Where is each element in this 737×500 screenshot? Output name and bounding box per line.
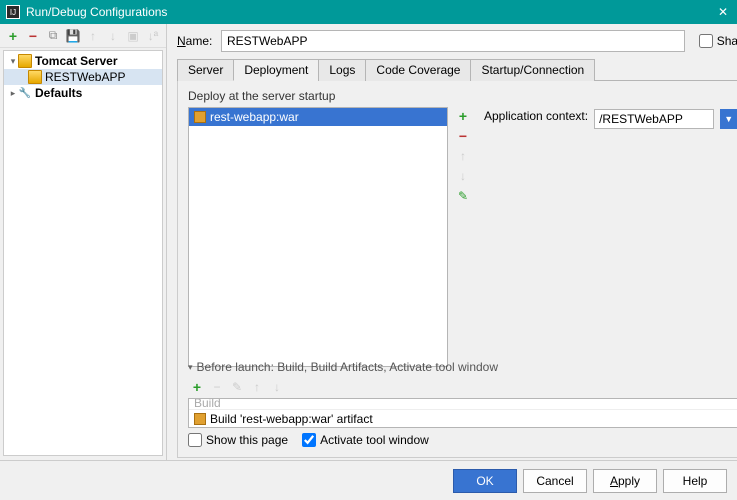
context-dropdown-button[interactable]: ▼ <box>720 109 737 129</box>
context-label: Application context: <box>484 109 588 123</box>
activate-window-checkbox[interactable]: Activate tool window <box>302 433 429 447</box>
tree-label: Tomcat Server <box>35 54 117 68</box>
titlebar: IJ Run/Debug Configurations ✕ <box>0 0 737 24</box>
before-launch-list[interactable]: Build Build 'rest-webapp:war' artifact <box>188 398 737 428</box>
add-task-button[interactable]: + <box>188 378 206 396</box>
copy-config-button[interactable]: ⧉ <box>44 27 62 45</box>
cancel-button[interactable]: Cancel <box>523 469 587 493</box>
artifact-down-button: ↓ <box>454 167 472 185</box>
task-down-button: ↓ <box>268 378 286 396</box>
collapse-icon: ▾ <box>188 362 193 373</box>
tree-node-tomcat[interactable]: ▾ Tomcat Server <box>4 53 162 69</box>
tree-label: Defaults <box>35 86 82 100</box>
context-input[interactable] <box>594 109 714 129</box>
help-button[interactable]: Help <box>663 469 727 493</box>
tomcat-icon <box>18 54 32 68</box>
edit-task-button: ✎ <box>228 378 246 396</box>
remove-task-button: − <box>208 378 226 396</box>
show-page-checkbox[interactable]: Show this page <box>188 433 288 447</box>
before-launch-section: ▾ Before launch: Build, Build Artifacts,… <box>188 360 737 447</box>
move-down-button: ↓ <box>104 27 122 45</box>
task-item[interactable]: Build 'rest-webapp:war' artifact <box>189 409 737 427</box>
tab-bar: Server Deployment Logs Code Coverage Sta… <box>177 58 737 81</box>
config-tree[interactable]: ▾ Tomcat Server RESTWebAPP ▸ 🔧 Defaults <box>3 50 163 456</box>
sort-button: ↓ª <box>144 27 162 45</box>
move-up-button: ↑ <box>84 27 102 45</box>
tab-server[interactable]: Server <box>177 59 234 81</box>
tomcat-icon <box>28 70 42 84</box>
tab-code-coverage[interactable]: Code Coverage <box>365 59 471 81</box>
expand-icon[interactable]: ▸ <box>8 88 18 99</box>
deployment-panel: Deploy at the server startup rest-webapp… <box>177 81 737 458</box>
share-checkbox[interactable]: Share <box>699 34 737 48</box>
close-icon[interactable]: ✕ <box>715 4 731 20</box>
ok-button[interactable]: OK <box>453 469 517 493</box>
tab-deployment[interactable]: Deployment <box>233 59 319 81</box>
tree-node-defaults[interactable]: ▸ 🔧 Defaults <box>4 85 162 101</box>
task-up-button: ↑ <box>248 378 266 396</box>
before-launch-header[interactable]: ▾ Before launch: Build, Build Artifacts,… <box>188 360 737 374</box>
tree-node-restwebapp[interactable]: RESTWebAPP <box>4 69 162 85</box>
folder-button: ▣ <box>124 27 142 45</box>
tree-label: RESTWebAPP <box>45 70 125 84</box>
save-config-button[interactable]: 💾 <box>64 27 82 45</box>
artifact-toolbar: + − ↑ ↓ ✎ <box>454 107 472 354</box>
artifact-icon <box>194 413 206 425</box>
remove-artifact-button[interactable]: − <box>454 127 472 145</box>
config-toolbar: + − ⧉ 💾 ↑ ↓ ▣ ↓ª <box>0 24 166 48</box>
name-label: Name: <box>177 34 215 48</box>
deploy-heading: Deploy at the server startup <box>188 89 737 103</box>
tab-startup-connection[interactable]: Startup/Connection <box>470 59 595 81</box>
artifact-icon <box>194 111 206 123</box>
context-column: Application context: ▼ <box>478 107 737 354</box>
apply-button[interactable]: Apply <box>593 469 657 493</box>
artifact-up-button: ↑ <box>454 147 472 165</box>
share-checkbox-input[interactable] <box>699 34 713 48</box>
sidebar: + − ⧉ 💾 ↑ ↓ ▣ ↓ª ▾ Tomcat Server RESTWeb… <box>0 24 167 460</box>
tab-logs[interactable]: Logs <box>318 59 366 81</box>
dialog-footer: OK Cancel Apply Help <box>0 460 737 500</box>
name-row: Name: Share <box>177 30 737 52</box>
edit-artifact-button[interactable]: ✎ <box>454 187 472 205</box>
wrench-icon: 🔧 <box>18 86 32 100</box>
remove-config-button[interactable]: − <box>24 27 42 45</box>
collapse-icon[interactable]: ▾ <box>8 56 18 67</box>
name-input[interactable] <box>221 30 685 52</box>
app-icon: IJ <box>6 5 20 19</box>
add-artifact-button[interactable]: + <box>454 107 472 125</box>
artifact-item[interactable]: rest-webapp:war <box>189 108 447 126</box>
artifact-list[interactable]: rest-webapp:war <box>188 107 448 367</box>
main-panel: Name: Share Server Deployment Logs Code … <box>167 24 737 460</box>
window-title: Run/Debug Configurations <box>26 5 715 19</box>
before-launch-toolbar: + − ✎ ↑ ↓ <box>188 376 737 398</box>
add-config-button[interactable]: + <box>4 27 22 45</box>
artifact-label: rest-webapp:war <box>210 110 299 124</box>
task-item[interactable]: Build <box>189 399 737 409</box>
